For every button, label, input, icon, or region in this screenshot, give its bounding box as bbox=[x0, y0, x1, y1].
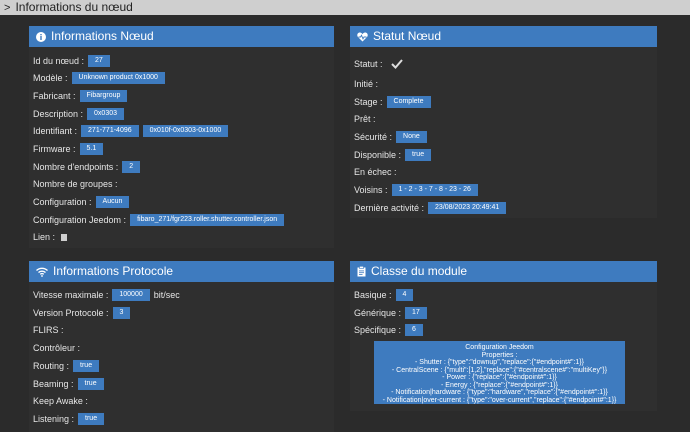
row-protocol-version: Version Protocole :3 bbox=[33, 307, 134, 319]
config-line: - Notification|over-current : {"type":"o… bbox=[382, 396, 617, 404]
row-available: Disponible : true bbox=[354, 149, 435, 161]
row-ready: Prêt : bbox=[354, 114, 376, 124]
identifier-value: 271-771-4096 bbox=[81, 125, 139, 137]
row-basic: Basique :4 bbox=[354, 289, 417, 301]
beaming-value: true bbox=[77, 378, 104, 390]
stage-value: Complete bbox=[386, 96, 431, 108]
listening-value: true bbox=[78, 413, 105, 425]
row-description: Description :0x0303 bbox=[33, 108, 128, 120]
row-manufacturer: Fabricant : Fibargroup bbox=[33, 90, 131, 102]
protocol-info-panel: Informations Protocole Vitesse maximale … bbox=[29, 261, 334, 432]
row-routing: Routing : true bbox=[33, 360, 103, 372]
info-circle-icon bbox=[36, 31, 46, 42]
row-groups: Nombre de groupes : bbox=[33, 179, 118, 189]
node-status-title: Statut Nœud bbox=[373, 29, 442, 43]
jeedom-configuration-box: Configuration Jeedom Properties : - Shut… bbox=[374, 341, 625, 404]
row-node-id: Id du nœud :27 bbox=[33, 55, 114, 67]
jeedom-config-value[interactable]: fibaro_271/fgr223.roller.shutter.control… bbox=[130, 214, 285, 226]
row-firmware: Firmware :5.1 bbox=[33, 143, 107, 155]
window-title-bar: > Informations du nœud bbox=[0, 0, 690, 15]
row-status: Statut : bbox=[354, 59, 403, 69]
row-keep-awake: Keep Awake : bbox=[33, 396, 88, 406]
manufacturer-value: Fibargroup bbox=[79, 90, 128, 102]
document-icon[interactable] bbox=[61, 233, 68, 241]
row-controller: Contrôleur : bbox=[33, 343, 81, 353]
row-last-activity: Dernière activité :23/08/2023 20:49:41 bbox=[354, 202, 510, 214]
endpoints-value: 2 bbox=[122, 161, 141, 173]
row-endpoints: Nombre d'endpoints :2 bbox=[33, 161, 144, 173]
neighbors-value: 1 - 2 - 3 - 7 - 8 - 23 - 26 bbox=[391, 184, 478, 196]
row-generic: Générique :17 bbox=[354, 307, 431, 319]
wifi-icon bbox=[36, 267, 48, 277]
row-model: Modèle : Unknown product 0x1000 bbox=[33, 72, 169, 84]
heartbeat-icon bbox=[357, 32, 368, 41]
max-speed-unit: bit/sec bbox=[153, 290, 180, 300]
config-line: - CentralScene : {"multi":[1,2],"replace… bbox=[391, 366, 608, 374]
available-value: true bbox=[405, 149, 432, 161]
identifier-hex-value: 0x010f-0x0303-0x1000 bbox=[142, 125, 229, 137]
firmware-value: 5.1 bbox=[79, 143, 104, 155]
config-line: - Energy : {"replace":{"#endpoint#":1}} bbox=[441, 381, 558, 389]
config-line: - Notification|hardware : {"type":"hardw… bbox=[391, 389, 608, 396]
max-speed-value: 100000 bbox=[112, 289, 150, 301]
check-icon bbox=[390, 59, 403, 69]
protocol-info-title: Informations Protocole bbox=[53, 264, 174, 278]
row-jeedom-config: Configuration Jeedom : fibaro_271/fgr223.… bbox=[33, 214, 288, 226]
routing-value: true bbox=[73, 360, 100, 372]
chevron-right-icon[interactable]: > bbox=[4, 1, 10, 16]
config-line: Properties : bbox=[481, 351, 518, 359]
module-class-title: Classe du module bbox=[371, 264, 468, 278]
node-status-panel: Statut Nœud Statut : Initié : Stage : Com… bbox=[350, 26, 657, 218]
model-value: Unknown product 0x1000 bbox=[71, 72, 165, 84]
node-info-header: Informations Nœud bbox=[29, 26, 334, 47]
row-configuration: Configuration : Aucun bbox=[33, 196, 133, 208]
clipboard-icon bbox=[357, 266, 366, 277]
row-security: Sécurité : None bbox=[354, 131, 431, 143]
row-failed: En échec : bbox=[354, 167, 397, 177]
node-info-title: Informations Nœud bbox=[51, 29, 154, 43]
row-neighbors: Voisins :1 - 2 - 3 - 7 - 8 - 23 - 26 bbox=[354, 184, 482, 196]
configuration-value: Aucun bbox=[95, 196, 130, 208]
config-line: - Shutter : {"type":"downup","replace":{… bbox=[415, 359, 584, 366]
specific-value: 6 bbox=[405, 324, 423, 336]
row-initiated: Initié : bbox=[354, 79, 379, 89]
basic-value: 4 bbox=[395, 289, 414, 301]
row-listening: Listening : true bbox=[33, 413, 108, 425]
config-line: - Power : {"replace":{"#endpoint#":1}} bbox=[442, 374, 557, 381]
last-activity-value: 23/08/2023 20:49:41 bbox=[428, 202, 507, 214]
row-flirs: FLIRS : bbox=[33, 325, 64, 335]
window-title: Informations du nœud bbox=[15, 0, 133, 14]
generic-value: 17 bbox=[405, 307, 427, 319]
row-beaming: Beaming : true bbox=[33, 378, 108, 390]
module-class-header: Classe du module bbox=[350, 261, 657, 282]
row-identifier: Identifiant :271-771-4096 0x010f-0x0303-0… bbox=[33, 125, 232, 137]
node-info-panel: Informations Nœud Id du nœud :27 Modèle … bbox=[29, 26, 334, 248]
row-specific: Spécifique :6 bbox=[354, 324, 427, 336]
row-max-speed: Vitesse maximale :100000 bit/sec bbox=[33, 289, 180, 301]
row-stage: Stage : Complete bbox=[354, 96, 435, 108]
config-line: Configuration Jeedom bbox=[465, 344, 534, 351]
description-value: 0x0303 bbox=[87, 108, 124, 120]
node-id-value: 27 bbox=[88, 55, 110, 67]
row-link: Lien : bbox=[33, 232, 68, 242]
security-value: None bbox=[396, 131, 427, 143]
node-status-header: Statut Nœud bbox=[350, 26, 657, 47]
protocol-version-value: 3 bbox=[112, 307, 131, 319]
protocol-info-header: Informations Protocole bbox=[29, 261, 334, 282]
